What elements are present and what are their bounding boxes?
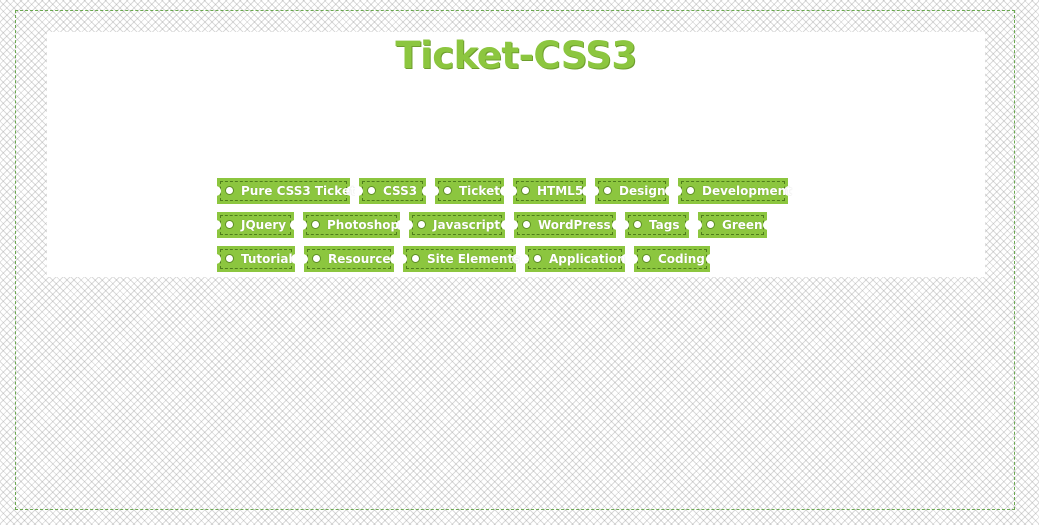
circle-hole-icon — [533, 254, 542, 263]
circle-hole-icon — [225, 254, 234, 263]
tag-ticket-site-elements[interactable]: Site Elements — [399, 246, 520, 272]
circle-hole-icon — [367, 186, 376, 195]
circle-hole-icon — [443, 186, 452, 195]
circle-hole-icon — [225, 220, 234, 229]
circle-hole-icon — [417, 220, 426, 229]
tag-label: Application — [549, 252, 626, 266]
circle-hole-icon — [225, 186, 234, 195]
tag-label: Javascript — [433, 218, 501, 232]
tag-ticket-javascript[interactable]: Javascript — [405, 212, 509, 238]
tag-label: JQuery — [241, 218, 287, 232]
tag-ticket-tags[interactable]: Tags — [621, 212, 693, 238]
tag-ticket-tutorial[interactable]: Tutorial — [213, 246, 299, 272]
circle-hole-icon — [603, 186, 612, 195]
circle-hole-icon — [521, 186, 530, 195]
tag-ticket-green[interactable]: Green — [694, 212, 771, 238]
tag-ticket-photoshop[interactable]: Photoshop — [299, 212, 404, 238]
tag-ticket-design[interactable]: Design — [591, 178, 673, 204]
tag-label: Design — [619, 184, 666, 198]
circle-hole-icon — [411, 254, 420, 263]
tag-row: JQuery Photoshop Javascript WordPress Ta… — [213, 212, 817, 246]
tag-label: Ticket — [459, 184, 500, 198]
circle-hole-icon — [522, 220, 531, 229]
tag-ticket-development[interactable]: Development — [674, 178, 792, 204]
tag-ticket-html5[interactable]: HTML5 — [509, 178, 590, 204]
tag-row: Pure CSS3 Ticket CSS3 Ticket HTML5 Desig… — [213, 178, 817, 212]
tag-cloud: Pure CSS3 Ticket CSS3 Ticket HTML5 Desig… — [213, 178, 817, 280]
circle-hole-icon — [311, 220, 320, 229]
tag-label: Development — [702, 184, 792, 198]
tag-label: CSS3 — [383, 184, 418, 198]
tag-ticket-ticket[interactable]: Ticket — [431, 178, 508, 204]
tag-label: Photoshop — [327, 218, 400, 232]
circle-hole-icon — [686, 186, 695, 195]
circle-hole-icon — [633, 220, 642, 229]
circle-hole-icon — [642, 254, 651, 263]
circle-hole-icon — [706, 220, 715, 229]
tag-label: Resource — [328, 252, 391, 266]
content-panel: Ticket-CSS3 Pure CSS3 Ticket CSS3 Ticket… — [47, 32, 985, 277]
tag-ticket-coding[interactable]: Coding — [630, 246, 714, 272]
tag-label: Tags — [649, 218, 680, 232]
tag-row: Tutorial Resource Site Elements Applicat… — [213, 246, 817, 280]
page-title: Ticket-CSS3 — [395, 34, 637, 77]
tag-label: Tutorial — [241, 252, 293, 266]
tag-ticket-application[interactable]: Application — [521, 246, 629, 272]
tag-ticket-pure-css3-ticket[interactable]: Pure CSS3 Ticket — [213, 178, 356, 204]
tag-ticket-wordpress[interactable]: WordPress — [510, 212, 620, 238]
tag-label: Green — [722, 218, 763, 232]
tag-label: Pure CSS3 Ticket — [241, 184, 356, 198]
tag-ticket-jquery[interactable]: JQuery — [213, 212, 298, 238]
tag-label: WordPress — [538, 218, 611, 232]
tag-label: HTML5 — [537, 184, 584, 198]
tag-ticket-css3[interactable]: CSS3 — [355, 178, 430, 204]
circle-hole-icon — [312, 254, 321, 263]
tag-ticket-resource[interactable]: Resource — [300, 246, 398, 272]
tag-label: Coding — [658, 252, 705, 266]
tag-label: Site Elements — [427, 252, 521, 266]
